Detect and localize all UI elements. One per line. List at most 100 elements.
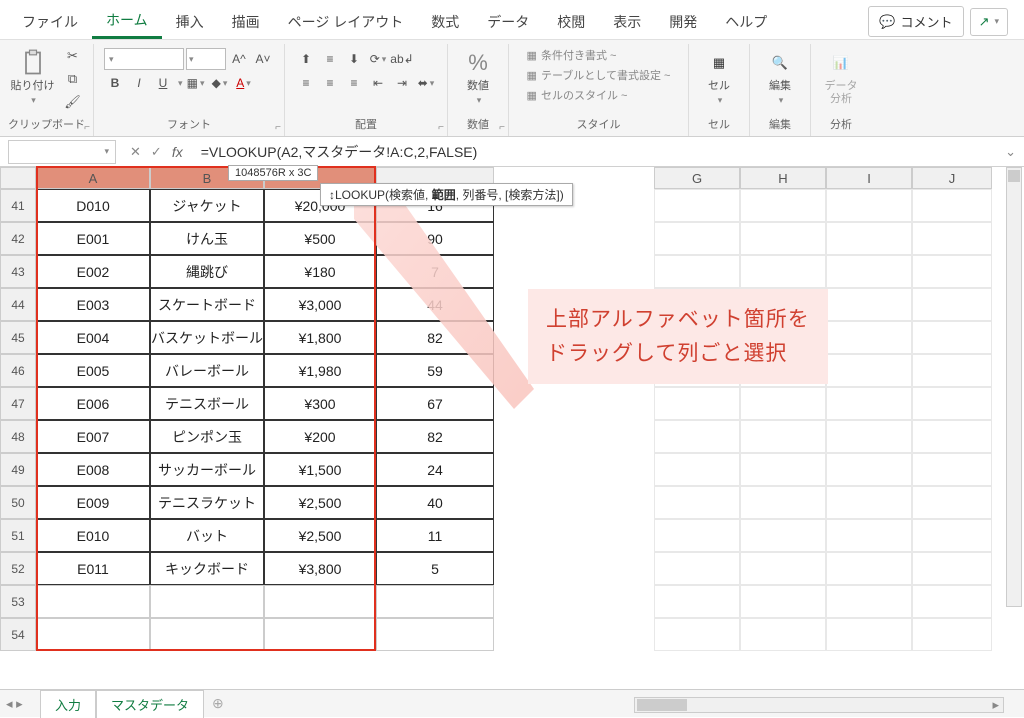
cell[interactable]: キックボード: [150, 552, 264, 585]
column-header-a[interactable]: A: [36, 167, 150, 189]
cell[interactable]: [654, 486, 740, 519]
tab-data[interactable]: データ: [473, 6, 543, 38]
cell[interactable]: D010: [36, 189, 150, 222]
row-header[interactable]: 54: [0, 618, 36, 651]
column-header-j[interactable]: J: [912, 167, 992, 189]
cell[interactable]: [912, 189, 992, 222]
column-header-h[interactable]: H: [740, 167, 826, 189]
cell[interactable]: ピンポン玉: [150, 420, 264, 453]
cell[interactable]: [264, 618, 376, 651]
cell[interactable]: E006: [36, 387, 150, 420]
cell[interactable]: 縄跳び: [150, 255, 264, 288]
sheet-tab-input[interactable]: 入力: [40, 690, 96, 718]
cell[interactable]: [740, 453, 826, 486]
cell[interactable]: [654, 552, 740, 585]
align-right-button[interactable]: ≡: [343, 72, 365, 94]
merge-button[interactable]: ⬌▾: [415, 72, 437, 94]
cell[interactable]: [740, 585, 826, 618]
cell[interactable]: [740, 387, 826, 420]
data-analysis-button[interactable]: 📊 データ 分析: [819, 46, 863, 108]
tab-insert[interactable]: 挿入: [162, 6, 218, 38]
cell[interactable]: [150, 618, 264, 651]
align-middle-button[interactable]: ≡: [319, 48, 341, 70]
orientation-button[interactable]: ⟳▾: [367, 48, 389, 70]
cell[interactable]: [912, 552, 992, 585]
cell[interactable]: [912, 387, 992, 420]
copy-button[interactable]: ⧉: [61, 69, 85, 89]
tab-help[interactable]: ヘルプ: [711, 6, 781, 38]
cell[interactable]: [912, 222, 992, 255]
comments-button[interactable]: 💬 コメント: [868, 6, 963, 37]
cell[interactable]: [740, 222, 826, 255]
cell[interactable]: [264, 585, 376, 618]
format-as-table-button[interactable]: ▦テーブルとして書式設定 ~: [525, 66, 673, 84]
row-header[interactable]: 53: [0, 585, 36, 618]
cell[interactable]: [826, 420, 912, 453]
cell[interactable]: 90: [376, 222, 494, 255]
cell[interactable]: [654, 255, 740, 288]
tab-layout[interactable]: ページ レイアウト: [274, 6, 418, 38]
cell-styles-button[interactable]: ▦セルのスタイル ~: [525, 86, 673, 104]
cell[interactable]: バット: [150, 519, 264, 552]
tab-home[interactable]: ホーム: [92, 4, 162, 39]
cell[interactable]: E004: [36, 321, 150, 354]
expand-formula-button[interactable]: ⌄: [997, 144, 1024, 160]
cell[interactable]: ¥200: [264, 420, 376, 453]
cell[interactable]: 7: [376, 255, 494, 288]
cell[interactable]: ¥2,500: [264, 519, 376, 552]
cell[interactable]: E009: [36, 486, 150, 519]
cell[interactable]: [740, 519, 826, 552]
cells-button[interactable]: ▦ セル ▾: [697, 46, 741, 108]
cells-grid[interactable]: D010ジャケット¥20,00016E001けん玉¥50090E002縄跳び¥1…: [36, 189, 992, 651]
horizontal-scrollbar[interactable]: ▸: [634, 697, 1004, 713]
vertical-scrollbar[interactable]: [1006, 167, 1022, 607]
decrease-font-button[interactable]: A˅: [252, 48, 274, 70]
cell[interactable]: [826, 552, 912, 585]
dialog-launcher-icon[interactable]: ⌐: [438, 122, 444, 133]
name-box[interactable]: ▾: [8, 140, 116, 164]
paste-button[interactable]: 貼り付け ▾: [9, 46, 57, 108]
bold-button[interactable]: B: [104, 72, 126, 94]
align-top-button[interactable]: ⬆: [295, 48, 317, 70]
cell[interactable]: [654, 618, 740, 651]
cell[interactable]: E002: [36, 255, 150, 288]
cell[interactable]: [826, 189, 912, 222]
row-header[interactable]: 41: [0, 189, 36, 222]
editing-button[interactable]: 🔍 編集 ▾: [758, 46, 802, 108]
cell[interactable]: [912, 354, 992, 387]
cell[interactable]: ¥1,500: [264, 453, 376, 486]
align-bottom-button[interactable]: ⬇: [343, 48, 365, 70]
number-format-button[interactable]: % 数値 ▾: [456, 46, 500, 108]
wrap-text-button[interactable]: ab↲: [391, 48, 413, 70]
cell[interactable]: [740, 420, 826, 453]
cell[interactable]: [912, 321, 992, 354]
align-left-button[interactable]: ≡: [295, 72, 317, 94]
cell[interactable]: [654, 222, 740, 255]
cell[interactable]: 5: [376, 552, 494, 585]
cell[interactable]: E003: [36, 288, 150, 321]
cut-button[interactable]: ✂: [61, 46, 85, 66]
cell[interactable]: [654, 453, 740, 486]
formula-bar[interactable]: =VLOOKUP(A2,マスタデータ!A:C,2,FALSE): [193, 140, 997, 164]
cell[interactable]: スケートボード: [150, 288, 264, 321]
cell[interactable]: 11: [376, 519, 494, 552]
cell[interactable]: 59: [376, 354, 494, 387]
cell[interactable]: [826, 519, 912, 552]
sheet-nav[interactable]: ◂ ▸: [6, 696, 23, 712]
increase-font-button[interactable]: A^: [228, 48, 250, 70]
cell[interactable]: [826, 321, 912, 354]
row-header[interactable]: 46: [0, 354, 36, 387]
cell[interactable]: E008: [36, 453, 150, 486]
cell[interactable]: テニスボール: [150, 387, 264, 420]
cell[interactable]: ¥1,800: [264, 321, 376, 354]
cell[interactable]: [912, 618, 992, 651]
cell[interactable]: E010: [36, 519, 150, 552]
cell[interactable]: 24: [376, 453, 494, 486]
row-header[interactable]: 45: [0, 321, 36, 354]
sheet-tab-master[interactable]: マスタデータ: [96, 690, 204, 718]
cell[interactable]: [826, 222, 912, 255]
cell[interactable]: [826, 354, 912, 387]
cell[interactable]: [912, 519, 992, 552]
dialog-launcher-icon[interactable]: ⌐: [84, 122, 90, 133]
cell[interactable]: [912, 288, 992, 321]
